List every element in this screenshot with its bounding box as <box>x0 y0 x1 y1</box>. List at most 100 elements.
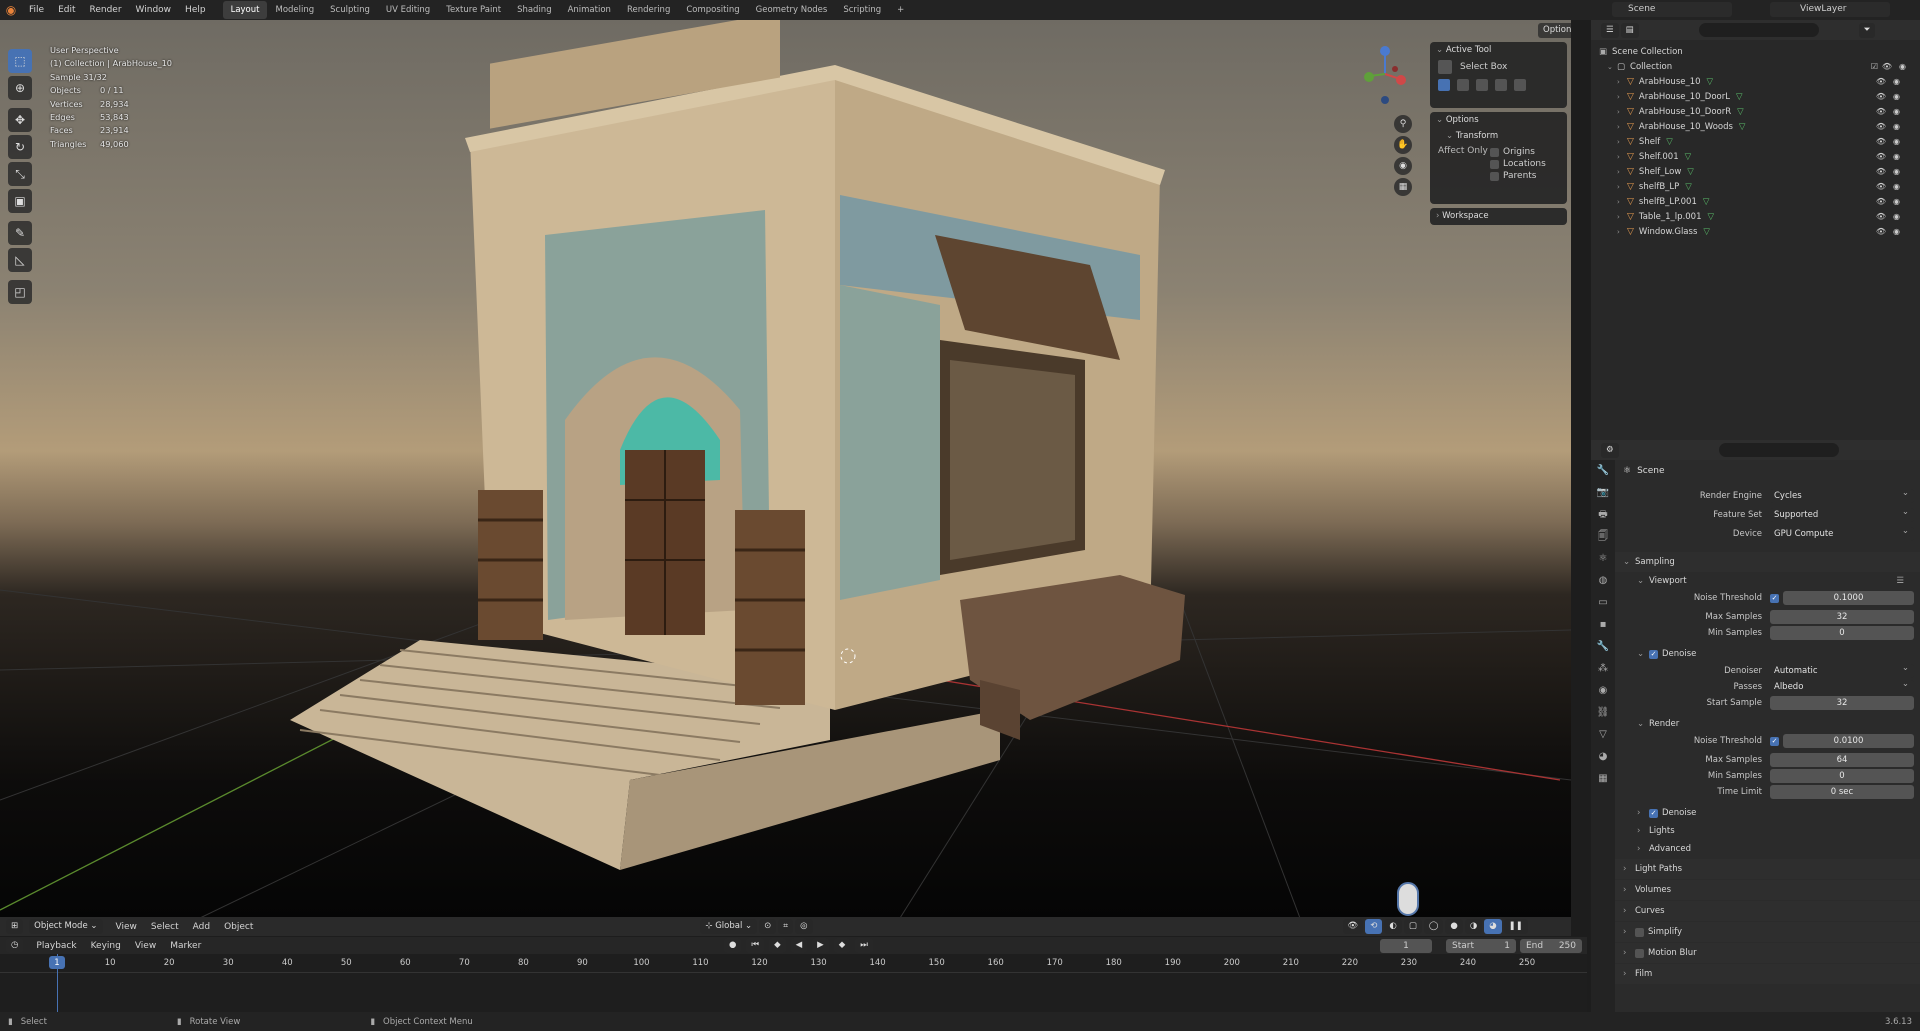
time-limit-field[interactable]: 0 sec <box>1770 785 1914 799</box>
object-mode-dropdown[interactable]: Object Mode ⌄ <box>29 919 103 934</box>
r-noise-threshold-field[interactable]: 0.0100 <box>1783 734 1914 748</box>
render-subpanel-advanced[interactable]: › Advanced <box>1615 840 1920 858</box>
expand-arrow-icon[interactable]: › <box>1617 93 1627 101</box>
data-tab-icon[interactable]: ▽ <box>1591 724 1615 746</box>
camera-icon[interactable]: ◉ <box>1394 157 1412 175</box>
workspace-tab-scripting[interactable]: Scripting <box>835 1 889 19</box>
affect-checkbox[interactable] <box>1490 159 1499 169</box>
menu-window[interactable]: Window <box>129 0 179 20</box>
particles-tab-icon[interactable]: ⁂ <box>1591 658 1615 680</box>
render-camera-icon[interactable]: ◉ <box>1893 77 1900 86</box>
render-camera-icon[interactable]: ◉ <box>1893 167 1900 176</box>
expand-arrow-icon[interactable]: › <box>1617 78 1627 86</box>
workspace-tab-animation[interactable]: Animation <box>560 1 619 19</box>
r-min-samples-field[interactable]: 0 <box>1770 769 1914 783</box>
visibility-eye-icon[interactable]: 👁 <box>1876 122 1886 131</box>
texture-tab-icon[interactable]: ▦ <box>1591 768 1615 790</box>
render-camera-icon[interactable]: ◉ <box>1893 107 1900 116</box>
outliner-item[interactable]: › ▽ Shelf ▽ 👁 ◉ <box>1599 134 1920 149</box>
expand-arrow-icon[interactable]: › <box>1617 168 1627 176</box>
visibility-eye-icon[interactable]: 👁 <box>1876 137 1886 146</box>
vp-max-samples-field[interactable]: 32 <box>1770 610 1914 624</box>
visibility-icon[interactable]: 👁 <box>1342 919 1364 934</box>
outliner-editor-icon[interactable]: ☰ <box>1601 22 1619 38</box>
menu-render[interactable]: Render <box>83 0 129 20</box>
viewlayer-selector[interactable]: ViewLayer <box>1770 2 1890 17</box>
vp-noise-threshold-field[interactable]: 0.1000 <box>1783 591 1914 605</box>
expand-arrow-icon[interactable]: › <box>1617 183 1627 191</box>
render-subpanel-lights[interactable]: › Lights <box>1615 822 1920 840</box>
section-film[interactable]: › Film <box>1615 964 1920 984</box>
workspace-tab-shading[interactable]: Shading <box>509 1 560 19</box>
expand-arrow-icon[interactable]: › <box>1617 153 1627 161</box>
workspace-panel[interactable]: › Workspace <box>1430 208 1567 225</box>
render-camera-icon[interactable]: ◉ <box>1893 182 1900 191</box>
output-tab-icon[interactable]: 🖶 <box>1591 504 1615 526</box>
workspace-tab-modeling[interactable]: Modeling <box>267 1 322 19</box>
visibility-eye-icon[interactable]: 👁 <box>1876 182 1886 191</box>
viewport-menu-add[interactable]: Add <box>186 917 217 937</box>
snap-icon[interactable]: ⌗ <box>778 919 794 934</box>
viewport-menu-view[interactable]: View <box>109 917 144 937</box>
properties-editor-icon[interactable]: ⚙ <box>1601 442 1619 458</box>
render-subpanel-denoise[interactable]: › ✓ Denoise <box>1615 804 1920 822</box>
timeline-menu-view[interactable]: View <box>128 936 163 956</box>
outliner-item[interactable]: › ▽ shelfB_LP ▽ 👁 ◉ <box>1599 179 1920 194</box>
section-simplify[interactable]: › Simplify <box>1615 922 1920 942</box>
device-dropdown[interactable]: GPU Compute <box>1770 524 1914 541</box>
grid-toggle-icon[interactable]: ▦ <box>1394 178 1412 196</box>
jump-start-icon[interactable]: ⏮ <box>746 938 765 953</box>
expand-arrow-icon[interactable]: › <box>1617 108 1627 116</box>
world-tab-icon[interactable]: ◍ <box>1591 570 1615 592</box>
transform-orientation-dropdown[interactable]: ⊹ Global ⌄ <box>700 919 758 934</box>
play-icon[interactable]: ▶ <box>812 938 829 953</box>
visibility-eye-icon[interactable]: 👁 <box>1876 227 1886 236</box>
scene-tab-icon[interactable]: ⚛ <box>1591 548 1615 570</box>
solid-shading-icon[interactable]: ● <box>1445 919 1463 934</box>
proportional-edit-icon[interactable]: ◎ <box>795 919 813 934</box>
outliner-item[interactable]: › ▽ shelfB_LP.001 ▽ 👁 ◉ <box>1599 194 1920 209</box>
affect-checkbox[interactable] <box>1490 147 1499 157</box>
navigation-gizmo[interactable] <box>1360 44 1410 104</box>
expand-arrow-icon[interactable]: › <box>1617 228 1627 236</box>
visibility-eye-icon[interactable]: 👁 <box>1876 152 1886 161</box>
mode-set-icon[interactable] <box>1438 79 1450 91</box>
affect-option-locations[interactable]: Locations <box>1490 158 1546 170</box>
viewport-options-button[interactable]: Options <box>1538 23 1571 38</box>
visibility-eye-icon[interactable]: 👁 <box>1876 212 1886 221</box>
outliner-item[interactable]: › ▽ ArabHouse_10 ▽ 👁 ◉ <box>1599 74 1920 89</box>
rotate-tool-icon[interactable]: ↻ <box>8 135 32 159</box>
select-box-tool-icon[interactable]: ⬚ <box>8 49 32 73</box>
r-max-samples-field[interactable]: 64 <box>1770 753 1914 767</box>
annotate-tool-icon[interactable]: ✎ <box>8 221 32 245</box>
menu-edit[interactable]: Edit <box>51 0 82 20</box>
properties-search-input[interactable] <box>1718 443 1839 457</box>
mode-subtract-icon[interactable] <box>1476 79 1488 91</box>
denoise-subsection[interactable]: ⌄ ✓ Denoise <box>1615 645 1920 663</box>
render-camera-icon[interactable]: ◉ <box>1893 137 1900 146</box>
render-camera-icon[interactable]: ◉ <box>1893 122 1900 131</box>
feature-set-dropdown[interactable]: Supported <box>1770 505 1914 522</box>
material-shading-icon[interactable]: ◑ <box>1464 919 1483 934</box>
pause-render-icon[interactable]: ❚❚ <box>1503 919 1528 934</box>
visibility-eye-icon[interactable]: 👁 <box>1876 167 1886 176</box>
mode-extend-icon[interactable] <box>1457 79 1469 91</box>
prev-keyframe-icon[interactable]: ◆ <box>769 938 786 953</box>
render-engine-dropdown[interactable]: Cycles <box>1770 486 1914 503</box>
record-icon[interactable]: ● <box>724 938 742 953</box>
collection-tab-icon[interactable]: ▭ <box>1591 592 1615 614</box>
scene-selector[interactable]: Scene <box>1612 2 1732 17</box>
r-noise-threshold-checkbox[interactable]: ✓ <box>1770 736 1779 746</box>
render-subsection[interactable]: ⌄ Render <box>1615 715 1920 733</box>
outliner-item[interactable]: › ▽ ArabHouse_10_DoorR ▽ 👁 ◉ <box>1599 104 1920 119</box>
vp-noise-threshold-checkbox[interactable]: ✓ <box>1770 593 1779 603</box>
denoiser-dropdown[interactable]: Automatic <box>1770 661 1914 678</box>
section-volumes[interactable]: › Volumes <box>1615 880 1920 900</box>
menu-file[interactable]: File <box>22 0 51 20</box>
menu-help[interactable]: Help <box>178 0 213 20</box>
viewport-menu-select[interactable]: Select <box>144 917 186 937</box>
visibility-eye-icon[interactable]: 👁 <box>1876 77 1886 86</box>
affect-option-origins[interactable]: Origins <box>1490 146 1546 158</box>
render-tab-icon[interactable]: 📷 <box>1591 482 1615 504</box>
next-keyframe-icon[interactable]: ◆ <box>833 938 851 953</box>
